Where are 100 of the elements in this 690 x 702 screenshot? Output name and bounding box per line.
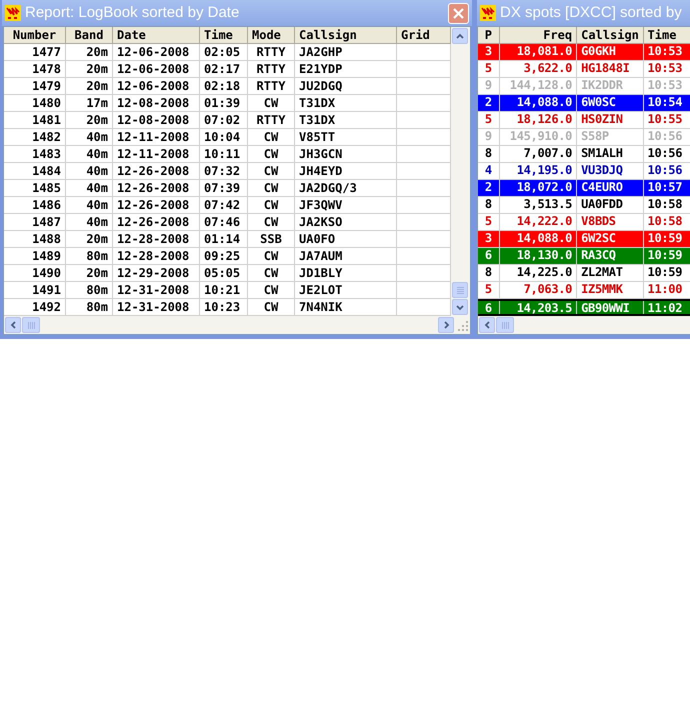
table-cell: CW: [248, 282, 295, 298]
spot-row[interactable]: 3 18,081.0 G0GKH 10:53: [478, 44, 690, 61]
column-header[interactable]: Number: [4, 27, 66, 43]
window-title: Report: LogBook sorted by Date: [25, 2, 240, 23]
table-cell: 6: [478, 301, 500, 314]
table-cell: 01:39: [200, 95, 248, 111]
table-cell: GB90WWI: [577, 301, 644, 314]
table-cell: 12-26-2008: [113, 180, 200, 196]
scroll-thumb[interactable]: [496, 317, 514, 333]
table-cell: 40m: [66, 146, 113, 162]
table-cell: CW: [248, 214, 295, 230]
spot-row[interactable]: 5 14,222.0 V8BDS 10:58: [478, 214, 690, 231]
table-cell: 14,222.0: [500, 214, 578, 230]
column-header[interactable]: Band: [66, 27, 113, 43]
table-cell: JU2DGQ: [295, 78, 397, 94]
table-cell: 10:59: [644, 265, 690, 281]
table-cell: 7N4NIK: [295, 299, 397, 315]
scroll-down-button[interactable]: [452, 299, 468, 315]
table-cell: 18,072.0: [500, 180, 578, 196]
table-cell: 10:58: [644, 214, 690, 230]
table-cell: 40m: [66, 197, 113, 213]
spot-row[interactable]: 5 18,126.0 HS0ZIN 10:55: [478, 112, 690, 129]
table-cell: 12-06-2008: [113, 44, 200, 60]
column-header[interactable]: Callsign: [295, 27, 397, 43]
table-cell: C4EURO: [577, 180, 644, 196]
table-cell: CW: [248, 129, 295, 145]
column-header[interactable]: Freq: [500, 27, 578, 43]
table-cell: 40m: [66, 163, 113, 179]
table-cell: 5: [478, 282, 500, 298]
table-cell: 14,088.0: [500, 95, 578, 111]
table-cell: 9: [478, 129, 500, 145]
table-cell: 12-08-2008: [113, 95, 200, 111]
table-cell: V8BDS: [577, 214, 644, 230]
table-cell: 4: [478, 163, 500, 179]
column-header[interactable]: Time: [200, 27, 248, 43]
column-header[interactable]: Mode: [248, 27, 295, 43]
table-cell: 20m: [66, 112, 113, 128]
table-cell: SM1ALH: [577, 146, 644, 162]
table-cell: 10:23: [200, 299, 248, 315]
table-cell: 8: [478, 146, 500, 162]
spot-row[interactable]: 8 3,513.5 UA0FDD 10:58: [478, 197, 690, 214]
spot-row[interactable]: 6 18,130.0 RA3CQ 10:59: [478, 248, 690, 265]
table-cell: 1479: [4, 78, 66, 94]
table-cell: 40m: [66, 129, 113, 145]
table-cell: 09:25: [200, 248, 248, 264]
table-cell: T31DX: [295, 95, 397, 111]
table-cell: CW: [248, 265, 295, 281]
table-cell: 144,128.0: [500, 78, 578, 94]
spot-row[interactable]: 2 18,072.0 C4EURO 10:57: [478, 180, 690, 197]
table-cell: 14,088.0: [500, 231, 578, 247]
table-cell: JA2KSO: [295, 214, 397, 230]
spot-row[interactable]: 4 14,195.0 VU3DJQ 10:56: [478, 163, 690, 180]
table-cell: 1491: [4, 282, 66, 298]
table-cell: UA0FO: [295, 231, 397, 247]
scroll-left-button[interactable]: [5, 317, 21, 333]
table-cell: 18,130.0: [500, 248, 578, 264]
spot-row[interactable]: 8 14,225.0 ZL2MAT 10:59: [478, 265, 690, 282]
table-cell: G0GKH: [577, 44, 644, 60]
scroll-thumb[interactable]: [22, 317, 40, 333]
column-header[interactable]: Date: [113, 27, 200, 43]
table-cell: CW: [248, 180, 295, 196]
spot-row[interactable]: 3 14,088.0 6W2SC 10:59: [478, 231, 690, 248]
table-cell: 14,225.0: [500, 265, 578, 281]
table-cell: 1482: [4, 129, 66, 145]
table-cell: 40m: [66, 180, 113, 196]
spot-row[interactable]: 6 14,203.5 GB90WWI 11:02: [478, 299, 690, 316]
table-cell: 12-08-2008: [113, 112, 200, 128]
table-cell: 20m: [66, 265, 113, 281]
table-cell: ZL2MAT: [577, 265, 644, 281]
table-cell: 17m: [66, 95, 113, 111]
table-cell: RTTY: [248, 112, 295, 128]
column-header[interactable]: Callsign: [577, 27, 644, 43]
table-cell: 12-06-2008: [113, 61, 200, 77]
spot-row[interactable]: 2 14,088.0 6W0SC 10:54: [478, 95, 690, 112]
table-cell: JF3QWV: [295, 197, 397, 213]
table-cell: 3,622.0: [500, 61, 578, 77]
table-cell: JE2LOT: [295, 282, 397, 298]
spot-row[interactable]: 8 7,007.0 SM1ALH 10:56: [478, 146, 690, 163]
scroll-up-button[interactable]: [452, 28, 468, 44]
table-cell: 12-11-2008: [113, 129, 200, 145]
column-header[interactable]: P: [478, 27, 500, 43]
scroll-thumb[interactable]: [452, 282, 468, 298]
table-cell: 1483: [4, 146, 66, 162]
close-button[interactable]: [448, 2, 469, 24]
spot-row[interactable]: 5 3,622.0 HG1848I 10:53: [478, 61, 690, 78]
table-cell: SSB: [248, 231, 295, 247]
table-cell: RTTY: [248, 78, 295, 94]
column-header[interactable]: Time: [644, 27, 690, 43]
table-cell: CW: [248, 299, 295, 315]
table-cell: 10:53: [644, 78, 690, 94]
table-cell: CW: [248, 146, 295, 162]
table-cell: IZ5MMK: [577, 282, 644, 298]
scroll-right-button[interactable]: [438, 317, 454, 333]
table-cell: CW: [248, 248, 295, 264]
table-cell: 12-26-2008: [113, 163, 200, 179]
table-cell: 3,513.5: [500, 197, 578, 213]
spot-row[interactable]: 5 7,063.0 IZ5MMK 11:00: [478, 282, 690, 299]
scroll-left-button[interactable]: [479, 317, 495, 333]
table-cell: 07:32: [200, 163, 248, 179]
table-cell: 10:58: [644, 197, 690, 213]
